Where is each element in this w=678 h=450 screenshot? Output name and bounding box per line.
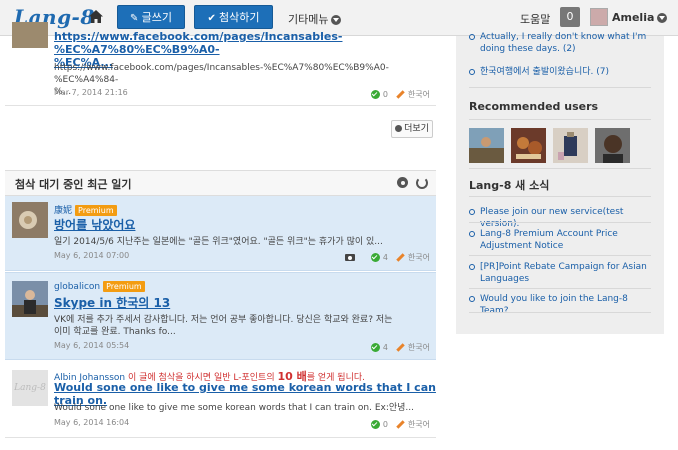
bullet-icon — [469, 264, 475, 270]
news-item[interactable]: Please join our new service(test version… — [469, 206, 659, 230]
help-link[interactable]: 도움말 — [520, 11, 550, 27]
more-menu[interactable]: 기타메뉴 — [288, 11, 342, 27]
user-photo-icon — [553, 128, 588, 163]
divider — [469, 222, 651, 223]
entry-thumbnail[interactable] — [12, 281, 48, 317]
pencil-icon: ✎ — [130, 13, 142, 24]
journal-entry: Lang-8 Albin Johansson 이 글에 첨삭을 하시면 일반 L… — [5, 362, 436, 438]
user-photo-icon — [12, 281, 48, 317]
correction-count: 4 — [382, 343, 388, 352]
refresh-icon[interactable] — [416, 177, 428, 189]
recommended-user-avatar[interactable] — [511, 128, 546, 163]
divider — [469, 255, 651, 256]
correction-count: 0 — [382, 420, 388, 429]
entry-language: 한국어 — [407, 420, 430, 429]
premium-badge: Premium — [75, 205, 117, 216]
pencil-icon — [396, 420, 405, 429]
news-item[interactable]: Would you like to join the Lang-8 Team? — [469, 293, 659, 317]
check-icon — [370, 420, 380, 429]
user-photo-icon — [595, 128, 630, 163]
user-name: Amelia — [612, 11, 655, 24]
entry-excerpt: VK에 저를 추가 주세서 감사합니다. 저는 언어 공부 좋아합니다. 당신은… — [54, 315, 393, 337]
news-heading: Lang-8 새 소식 — [469, 179, 550, 192]
recommended-user-avatar[interactable] — [469, 128, 504, 163]
notification-badge[interactable]: 0 — [560, 7, 580, 27]
entry-title-link[interactable]: Skype in 한국의 13 — [54, 294, 170, 311]
user-avatar[interactable] — [590, 8, 608, 26]
checkmark-icon: ✔ — [207, 13, 220, 24]
recommended-user-avatar[interactable] — [595, 128, 630, 163]
correct-label: 첨삭하기 — [219, 11, 260, 24]
check-icon — [370, 90, 380, 99]
entry-language: 한국어 — [407, 343, 430, 352]
entry-meta: 4 한국어 — [370, 342, 430, 353]
write-label: 글쓰기 — [141, 11, 172, 24]
pencil-icon — [396, 253, 405, 262]
entry-excerpt: 일기 2014/5/6 지난주는 일본에는 "골든 위크"였어요. "골든 위크… — [54, 237, 383, 247]
more-button-label: 더보기 — [404, 124, 429, 134]
divider — [469, 168, 651, 169]
divider — [469, 119, 651, 120]
premium-badge: Premium — [103, 281, 145, 292]
right-sidebar: Actually, I really don't know what I'm do… — [456, 32, 664, 334]
write-button[interactable]: ✎ 글쓰기 — [117, 5, 185, 29]
pencil-icon — [396, 343, 405, 352]
correction-count: 0 — [382, 90, 388, 99]
entry-author[interactable]: globalicon Premium — [54, 281, 145, 292]
pencil-icon — [396, 90, 405, 99]
bullet-icon — [469, 69, 475, 75]
entry-meta: 0 한국어 — [370, 419, 430, 430]
entry-date: May 6, 2014 07:00 — [54, 251, 130, 260]
correction-count: 4 — [382, 253, 388, 262]
divider — [469, 196, 651, 197]
activity-item[interactable]: 한국여행에서 출발이왔습니다. (7) — [469, 66, 659, 78]
user-photo-icon — [12, 202, 48, 238]
more-button[interactable]: 더보기 — [391, 120, 433, 138]
journal-entry: globalicon Premium Skype in 한국의 13 VK에 저를… — [5, 272, 436, 360]
chevron-down-icon — [331, 15, 342, 25]
entry-language: 한국어 — [407, 90, 430, 99]
bullet-icon — [469, 296, 475, 302]
recommended-user-avatar[interactable] — [553, 128, 588, 163]
journal-entry: https://www.facebook.com/pages/Incansabl… — [5, 22, 436, 106]
check-icon — [370, 343, 380, 352]
divider — [469, 87, 651, 88]
entry-thumbnail[interactable] — [12, 202, 48, 238]
entry-date: May 6, 2014 05:54 — [54, 341, 130, 350]
recommended-users-heading: Recommended users — [469, 100, 599, 113]
journal-entry: 康妮 Premium 방어를 낚았어요 일기 2014/5/6 지난주는 일본에는… — [5, 196, 436, 271]
entry-date: May 6, 2014 16:04 — [54, 418, 130, 427]
divider — [469, 288, 651, 289]
bullet-icon — [469, 231, 475, 237]
entry-language: 한국어 — [407, 253, 430, 262]
user-photo-icon — [469, 128, 504, 163]
section-title: 첨삭 대기 중인 최근 일기 — [15, 178, 132, 191]
home-button[interactable] — [85, 6, 107, 28]
user-photo-icon — [511, 128, 546, 163]
news-item[interactable]: Lang-8 Premium Account Price Adjustment N… — [469, 228, 659, 252]
news-item[interactable]: [PR]Point Rebate Campaign for Asian Langu… — [469, 261, 659, 285]
entry-thumbnail[interactable]: Lang-8 — [12, 370, 48, 406]
entry-meta: 0 한국어 — [370, 89, 430, 100]
entry-thumbnail[interactable] — [12, 22, 48, 48]
more-menu-label: 기타메뉴 — [288, 13, 329, 26]
gear-icon[interactable] — [397, 177, 408, 188]
divider — [469, 312, 651, 313]
check-icon — [370, 253, 380, 262]
activity-item[interactable]: Actually, I really don't know what I'm do… — [469, 31, 659, 55]
bullet-icon — [469, 34, 475, 40]
entry-author[interactable]: 康妮 Premium — [54, 203, 117, 216]
entry-title-link[interactable]: 방어를 낚았어요 — [54, 216, 135, 233]
entry-excerpt: Would sone one like to give me some kore… — [54, 403, 415, 413]
section-header: 첨삭 대기 중인 최근 일기 — [5, 170, 436, 196]
home-icon — [89, 10, 103, 23]
bullet-icon — [469, 209, 475, 215]
entry-date: Mar 7, 2014 21:16 — [54, 88, 128, 97]
user-menu[interactable]: Amelia — [612, 11, 668, 24]
chevron-down-icon — [657, 13, 668, 23]
camera-icon — [344, 254, 355, 261]
plus-icon — [395, 125, 403, 132]
entry-meta: 4 한국어 — [344, 252, 430, 263]
correct-button[interactable]: ✔ 첨삭하기 — [194, 5, 273, 29]
